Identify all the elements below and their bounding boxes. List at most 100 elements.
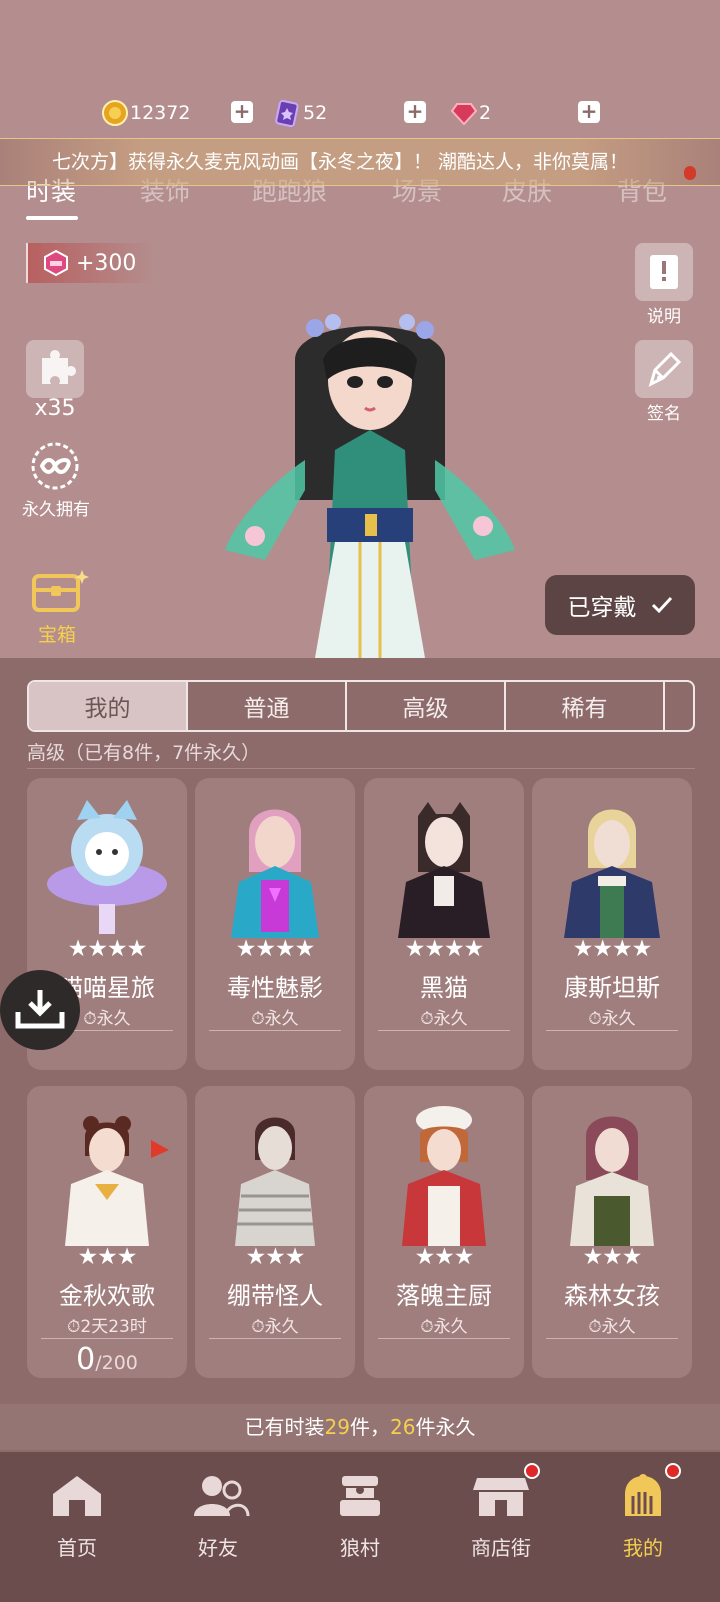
gem-currency: 2: [451, 96, 491, 130]
outfit-image: [398, 802, 490, 938]
card-divider: [378, 1338, 510, 1339]
check-icon: [651, 596, 672, 614]
nav-home[interactable]: 首页: [27, 1470, 127, 1560]
marquee-notify-dot: [684, 166, 696, 180]
add-gold-button[interactable]: +: [231, 101, 253, 123]
announcement-text: 七次方】获得永久麦克风动画【永冬之夜】！ 潮酷达人，非你莫属！: [52, 151, 629, 173]
outfit-image: [65, 1116, 169, 1246]
outfit-duration: ⏱2天23时: [67, 1317, 147, 1337]
outfit-card[interactable]: ★★★ 绷带怪人 ⏱永久: [195, 1086, 355, 1378]
info-label: 说明: [647, 307, 681, 327]
outfit-image: [231, 809, 319, 938]
card-divider: [378, 1030, 510, 1031]
gold-amount: 12372: [130, 102, 191, 124]
outfit-image: [564, 809, 660, 938]
progress-counter: 0/200: [76, 1342, 138, 1377]
filter-advanced[interactable]: 高级: [347, 682, 506, 730]
star-rating: ★★★: [77, 1244, 138, 1270]
red-gem-icon: [451, 103, 477, 126]
home-icon: [53, 1476, 101, 1516]
outfit-name: 毒性魅影: [227, 974, 323, 1002]
village-icon: [340, 1476, 380, 1516]
nav-village[interactable]: 狼村: [310, 1470, 410, 1560]
card-divider: [41, 1338, 173, 1339]
nav-profile[interactable]: 我的: [593, 1470, 693, 1560]
pink-gem-icon: [44, 249, 68, 277]
add-gem-button[interactable]: +: [578, 101, 600, 123]
total-count: 29: [324, 1415, 350, 1439]
timer-icon: ⏱: [83, 1009, 97, 1029]
gold-currency: 12372: [102, 96, 190, 130]
outfit-duration: ⏱永久: [251, 1317, 299, 1337]
card-divider: [209, 1030, 341, 1031]
star-rating: ★★★: [245, 1244, 306, 1270]
outfit-card[interactable]: ★★★ 森林女孩 ⏱永久: [532, 1086, 692, 1378]
timer-icon: ⏱: [420, 1317, 434, 1337]
outfit-name: 康斯坦斯: [564, 974, 660, 1002]
outfit-duration: ⏱永久: [420, 1317, 468, 1337]
star-rating: ★★★: [414, 1244, 475, 1270]
profile-icon: [625, 1474, 661, 1516]
outfit-card[interactable]: ★★★ 金秋欢歌 ⏱2天23时 0/200: [27, 1086, 187, 1378]
permanent-button[interactable]: [24, 438, 86, 492]
info-button[interactable]: [635, 243, 693, 301]
permanent-label: 永久拥有: [22, 500, 90, 520]
outfit-name: 金秋欢歌: [59, 1282, 155, 1310]
outfit-card[interactable]: ★★★★ 毒性魅影 ⏱永久: [195, 778, 355, 1070]
nav-shop[interactable]: 商店街: [451, 1470, 551, 1560]
outfit-card[interactable]: ★★★ 落魄主厨 ⏱永久: [364, 1086, 524, 1378]
timer-icon: ⏱: [588, 1009, 602, 1029]
add-card-button[interactable]: +: [404, 101, 426, 123]
section-header-text: 高级（已有8件，7件永久）: [27, 742, 261, 764]
outfit-name: 黑猫: [420, 974, 468, 1002]
rarity-filter-tabs: 我的 普通 高级 稀有: [27, 680, 695, 732]
bonus-value: +300: [76, 250, 137, 276]
bonus-badge[interactable]: +300: [26, 243, 156, 283]
wearing-button[interactable]: 已穿戴: [545, 575, 695, 635]
active-tab-indicator: [26, 216, 78, 220]
card-amount: 52: [303, 102, 328, 124]
timer-icon: ⏱: [251, 1317, 265, 1337]
friends-icon: [194, 1476, 250, 1517]
filter-normal[interactable]: 普通: [188, 682, 347, 730]
filter-more[interactable]: [665, 682, 693, 730]
outfit-duration: ⏱永久: [588, 1317, 636, 1337]
outfit-name: 森林女孩: [564, 1282, 660, 1310]
wearing-label: 已穿戴: [567, 595, 637, 621]
nav-friends[interactable]: 好友: [168, 1470, 268, 1560]
purple-card-icon: [275, 99, 299, 127]
book-icon: [650, 255, 678, 289]
outfit-image: [47, 800, 167, 934]
signature-button[interactable]: [635, 340, 693, 398]
announcement-marquee: 七次方】获得永久麦克风动画【永冬之夜】！ 潮酷达人，非你莫属！: [0, 138, 720, 186]
puzzle-icon: [42, 350, 76, 384]
puzzle-count: x35: [34, 396, 76, 421]
star-rating: ★★★★: [404, 936, 484, 962]
outfit-image: [235, 1117, 315, 1246]
timer-icon: ⏱: [588, 1317, 602, 1337]
chest-label: 宝箱: [37, 624, 76, 646]
outfit-name: 绷带怪人: [227, 1282, 323, 1310]
timer-icon: ⏱: [420, 1009, 434, 1029]
timer-icon: ⏱: [67, 1317, 81, 1337]
outfit-card[interactable]: ★★★★ 康斯坦斯 ⏱永久: [532, 778, 692, 1070]
outfit-card[interactable]: ★★★★ 黑猫 ⏱永久: [364, 778, 524, 1070]
outfit-duration: ⏱永久: [420, 1009, 468, 1029]
gold-coin-icon: [102, 100, 128, 126]
shop-notification-dot: [524, 1463, 540, 1479]
card-divider: [546, 1338, 678, 1339]
signature-label: 签名: [647, 404, 681, 424]
outfit-image: [570, 1116, 654, 1246]
star-rating: ★★★★: [572, 936, 652, 962]
treasure-chest-icon: [32, 570, 89, 612]
filter-mine[interactable]: 我的: [29, 682, 188, 730]
puzzle-button[interactable]: [26, 340, 84, 398]
download-button[interactable]: [0, 970, 80, 1050]
chest-button[interactable]: [22, 566, 92, 620]
pen-icon: [648, 351, 682, 387]
card-currency: 52: [273, 96, 327, 130]
timer-icon: ⏱: [251, 1009, 265, 1029]
profile-notification-dot: [665, 1463, 681, 1479]
star-rating: ★★★: [582, 1244, 643, 1270]
filter-rare[interactable]: 稀有: [506, 682, 665, 730]
